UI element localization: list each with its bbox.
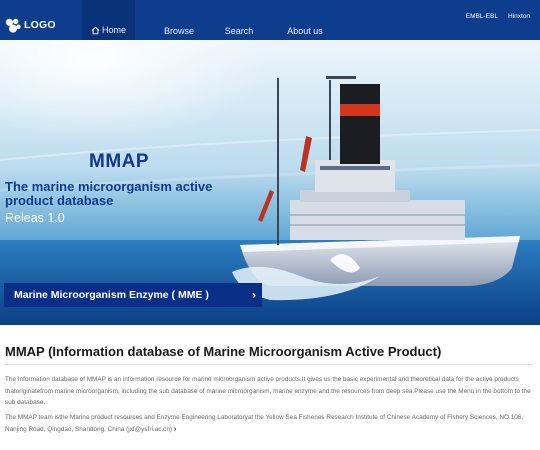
nav-home-label: Home (101, 25, 126, 35)
nav-browse[interactable]: Browse (164, 0, 194, 40)
home-icon (91, 26, 100, 35)
logo-icon (5, 18, 21, 33)
hero-subtitle: The marine microorganism active product … (5, 179, 213, 208)
logo[interactable]: LOGO (4, 16, 56, 34)
mme-button[interactable]: Marine Microorganism Enzyme ( MME ) › (4, 283, 262, 307)
header-bar: LOGO Home Browse Search About us EMBL-EB… (0, 0, 540, 40)
top-link-embl[interactable]: EMBL-EBL (466, 13, 498, 20)
page-title: MMAP (Information database of Marine Mic… (5, 344, 442, 359)
top-link-hinxton[interactable]: Hinxton (508, 13, 530, 20)
chevron-right-icon: › (252, 288, 256, 302)
nav-search[interactable]: Search (224, 0, 254, 40)
intro-paragraph: The Information database of MMAP is an i… (5, 376, 531, 406)
top-links: EMBL-EBL Hinxton (466, 13, 530, 20)
nav-about-us[interactable]: About us (287, 0, 323, 40)
hero-release: Releas 1.0 (5, 211, 65, 225)
team-paragraph-text: The MMAP team isthe Marine product resou… (5, 414, 524, 433)
mme-button-label: Marine Microorganism Enzyme ( MME ) (14, 289, 209, 301)
nav-home[interactable]: Home (82, 0, 135, 40)
title-divider (5, 364, 533, 365)
team-paragraph: The MMAP team isthe Marine product resou… (5, 412, 533, 435)
logo-text: LOGO (24, 19, 56, 31)
hero-banner: MMAP The marine microorganism active pro… (0, 40, 540, 325)
hero-title: MMAP (89, 151, 150, 172)
chevron-right-icon[interactable]: › (174, 426, 176, 433)
